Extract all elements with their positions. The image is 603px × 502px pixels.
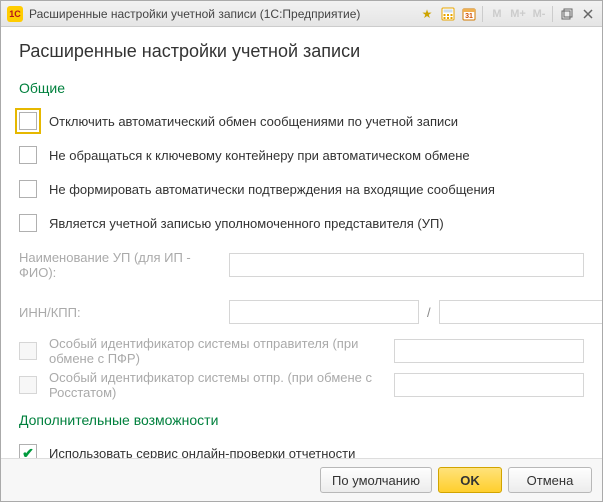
titlebar-separator	[482, 6, 483, 22]
checkbox-use-online-check[interactable]	[19, 444, 37, 458]
svg-text:31: 31	[465, 13, 473, 20]
label-use-online-check: Использовать сервис онлайн-проверки отче…	[49, 446, 355, 459]
calendar-icon[interactable]: 31	[459, 5, 479, 23]
page-title: Расширенные настройки учетной записи	[19, 41, 584, 62]
footer: По умолчанию OK Отмена	[1, 458, 602, 501]
row-special-sender-pfr: Особый идентификатор системы отправителя…	[19, 340, 584, 362]
ok-button[interactable]: OK	[438, 467, 502, 493]
checkbox-no-key-container[interactable]	[19, 146, 37, 164]
checkbox-special-sender-pfr	[19, 342, 37, 360]
row-inn-kpp: ИНН/КПП: /	[19, 300, 584, 324]
window-title: Расширенные настройки учетной записи (1С…	[29, 7, 416, 21]
input-rosstat-id	[394, 373, 584, 397]
memory-mplus-button[interactable]: M+	[508, 5, 528, 23]
section-extra: Дополнительные возможности	[19, 412, 584, 428]
row-disable-auto-exchange: Отключить автоматический обмен сообщения…	[19, 110, 584, 132]
row-is-representative: Является учетной записью уполномоченного…	[19, 212, 584, 234]
label-is-representative: Является учетной записью уполномоченного…	[49, 216, 444, 231]
input-up-name[interactable]	[229, 253, 584, 277]
label-disable-auto-exchange: Отключить автоматический обмен сообщения…	[49, 114, 458, 129]
input-inn[interactable]	[229, 300, 419, 324]
content-area: Расширенные настройки учетной записи Общ…	[1, 27, 602, 458]
row-special-sender-rosstat: Особый идентификатор системы отпр. (при …	[19, 374, 584, 396]
calculator-icon[interactable]	[438, 5, 458, 23]
label-up-name: Наименование УП (для ИП - ФИО):	[19, 250, 229, 280]
label-inn-kpp: ИНН/КПП:	[19, 305, 229, 320]
input-kpp[interactable]	[439, 300, 602, 324]
checkbox-is-representative[interactable]	[19, 214, 37, 232]
row-use-online-check: Использовать сервис онлайн-проверки отче…	[19, 442, 584, 458]
restore-icon[interactable]	[557, 5, 577, 23]
cancel-button[interactable]: Отмена	[508, 467, 592, 493]
section-general: Общие	[19, 80, 584, 96]
checkbox-special-sender-rosstat	[19, 376, 37, 394]
row-up-name: Наименование УП (для ИП - ФИО):	[19, 250, 584, 280]
app-icon: 1C	[7, 6, 23, 22]
label-no-key-container: Не обращаться к ключевому контейнеру при…	[49, 148, 470, 163]
row-no-key-container: Не обращаться к ключевому контейнеру при…	[19, 144, 584, 166]
memory-m-button[interactable]: M	[487, 5, 507, 23]
checkbox-no-auto-confirm[interactable]	[19, 180, 37, 198]
input-pfr-id	[394, 339, 584, 363]
titlebar-separator	[552, 6, 553, 22]
inn-kpp-separator: /	[427, 305, 431, 320]
dialog-window: 1C Расширенные настройки учетной записи …	[0, 0, 603, 502]
favorite-icon[interactable]: ★	[417, 5, 437, 23]
checkbox-disable-auto-exchange[interactable]	[19, 112, 37, 130]
close-icon[interactable]	[578, 5, 598, 23]
titlebar: 1C Расширенные настройки учетной записи …	[1, 1, 602, 27]
memory-mminus-button[interactable]: M-	[529, 5, 549, 23]
label-special-sender-pfr: Особый идентификатор системы отправителя…	[49, 336, 386, 366]
label-no-auto-confirm: Не формировать автоматически подтвержден…	[49, 182, 495, 197]
label-special-sender-rosstat: Особый идентификатор системы отпр. (при …	[49, 370, 386, 400]
defaults-button[interactable]: По умолчанию	[320, 467, 432, 493]
row-no-auto-confirm: Не формировать автоматически подтвержден…	[19, 178, 584, 200]
